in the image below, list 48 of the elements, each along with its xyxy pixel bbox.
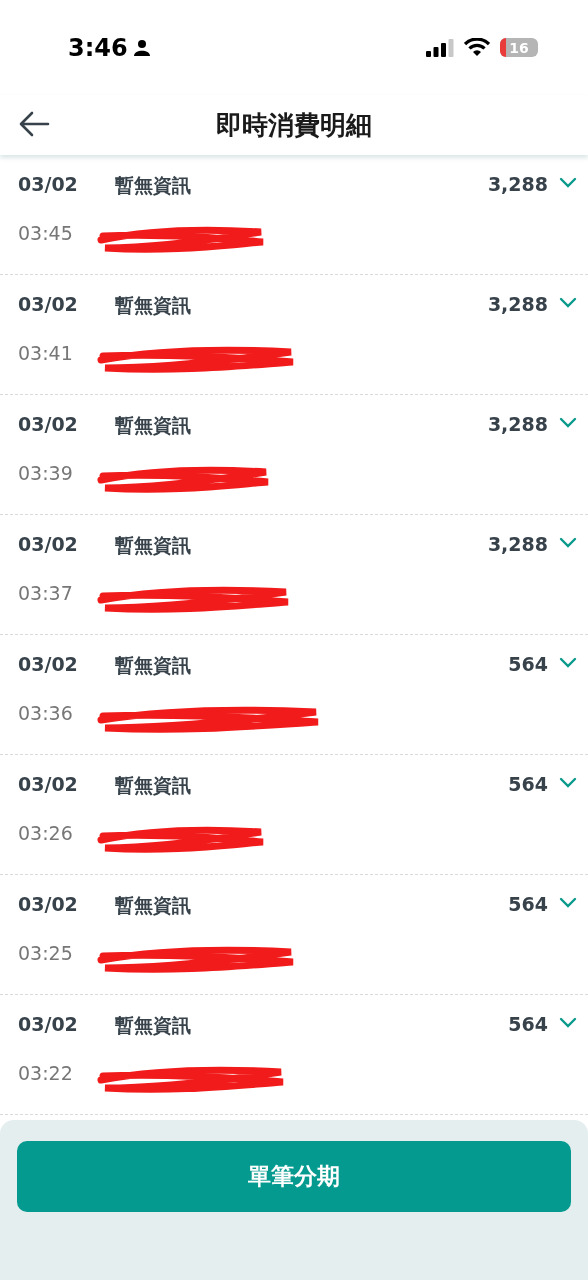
transaction-amount: 564	[508, 893, 548, 917]
battery-indicator: 16	[500, 38, 538, 57]
transaction-description: 暫無資訊	[115, 773, 192, 798]
chevron-down-icon[interactable]	[559, 417, 577, 428]
transaction-date: 03/02	[18, 1013, 79, 1037]
transaction-date: 03/02	[18, 893, 79, 917]
chevron-down-icon[interactable]	[559, 297, 577, 308]
transaction-description: 暫無資訊	[115, 533, 192, 558]
transaction-description: 暫無資訊	[115, 1013, 192, 1038]
status-time: 3:46	[68, 33, 128, 62]
transaction-date: 03/02	[18, 173, 79, 197]
chevron-down-icon[interactable]	[559, 897, 577, 908]
person-icon	[133, 39, 150, 56]
transaction-date: 03/02	[18, 533, 79, 557]
transaction-time: 03:26	[18, 821, 74, 846]
back-arrow-icon[interactable]	[18, 111, 50, 137]
chevron-down-icon[interactable]	[559, 537, 577, 548]
transaction-amount: 3,288	[487, 413, 548, 437]
transaction-description: 暫無資訊	[115, 293, 192, 318]
transaction-description: 暫無資訊	[115, 893, 192, 918]
page-title: 即時消費明細	[216, 108, 372, 142]
transaction-time: 03:22	[18, 1061, 74, 1086]
transaction-time: 03:45	[18, 221, 74, 246]
transaction-date: 03/02	[18, 773, 79, 797]
transaction-description: 暫無資訊	[115, 413, 192, 438]
transaction-time: 03:36	[18, 701, 74, 726]
chevron-down-icon[interactable]	[559, 657, 577, 668]
chevron-down-icon[interactable]	[559, 777, 577, 788]
transaction-description: 暫無資訊	[115, 653, 192, 678]
transaction-amount: 564	[508, 773, 548, 797]
transaction-amount: 3,288	[487, 173, 548, 197]
transaction-time: 03:37	[18, 581, 74, 606]
transaction-date: 03/02	[18, 653, 79, 677]
transaction-time: 03:41	[18, 341, 74, 366]
chevron-down-icon[interactable]	[559, 1017, 577, 1028]
transaction-amount: 564	[508, 653, 548, 677]
transaction-description: 暫無資訊	[115, 173, 192, 198]
installment-button[interactable]: 單筆分期	[17, 1141, 571, 1212]
transaction-date: 03/02	[18, 293, 79, 317]
transaction-time: 03:25	[18, 941, 74, 966]
signal-icon	[426, 38, 454, 57]
wifi-icon	[464, 38, 490, 57]
transaction-amount: 3,288	[487, 533, 548, 557]
transaction-time: 03:39	[18, 461, 74, 486]
transaction-amount: 564	[508, 1013, 548, 1037]
chevron-down-icon[interactable]	[559, 177, 577, 188]
transaction-amount: 3,288	[487, 293, 548, 317]
transaction-date: 03/02	[18, 413, 79, 437]
